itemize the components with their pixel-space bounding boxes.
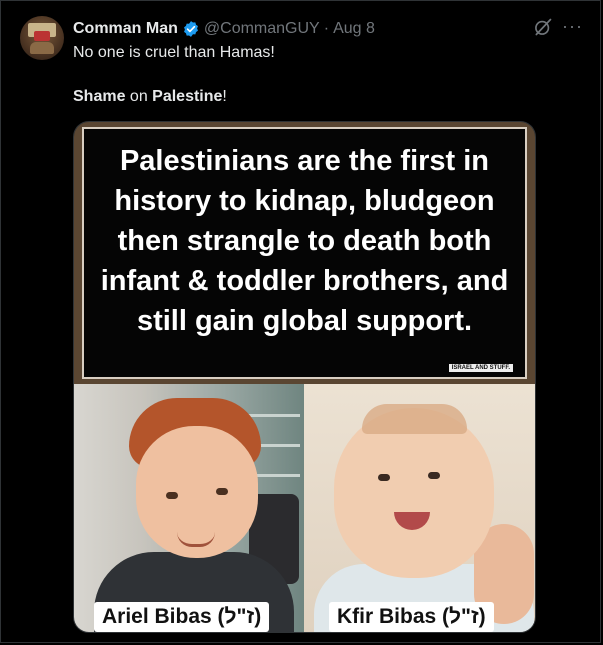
post-text-bold-palestine: Palestine [152, 88, 223, 105]
post-media-image[interactable]: Palestinians are the first in history to… [73, 121, 536, 633]
author-name[interactable]: Comman Man [73, 20, 178, 38]
photo-left-child: Ariel Bibas (ז"ל) [74, 384, 304, 632]
post-header: Comman Man @CommanGUY · Aug 8 [73, 18, 375, 40]
author-handle[interactable]: @CommanGUY [204, 20, 320, 38]
post-text-exclaim: ! [222, 88, 227, 105]
headline-banner: Palestinians are the first in history to… [74, 122, 535, 384]
author-avatar[interactable] [20, 16, 64, 60]
verified-badge-icon [183, 21, 198, 37]
more-options-icon[interactable]: ··· [562, 17, 584, 37]
post-text-line1: No one is cruel than Hamas! [73, 44, 275, 61]
separator-dot: · [323, 20, 330, 37]
post-text-line2: Shame on Palestine! [73, 87, 227, 107]
caption-left: Ariel Bibas (ז"ל) [94, 602, 270, 632]
grok-icon[interactable] [533, 17, 553, 37]
photo-right-baby: Kfir Bibas (ז"ל) [304, 384, 535, 632]
post-text-on: on [125, 88, 153, 105]
post-text-bold-shame: Shame [73, 88, 126, 105]
headline-text: Palestinians are the first in history to… [100, 145, 509, 337]
post-date[interactable]: Aug 8 [333, 20, 375, 38]
caption-right: Kfir Bibas (ז"ל) [329, 602, 494, 632]
watermark-text: ISRAEL AND STUFF. [448, 364, 513, 372]
